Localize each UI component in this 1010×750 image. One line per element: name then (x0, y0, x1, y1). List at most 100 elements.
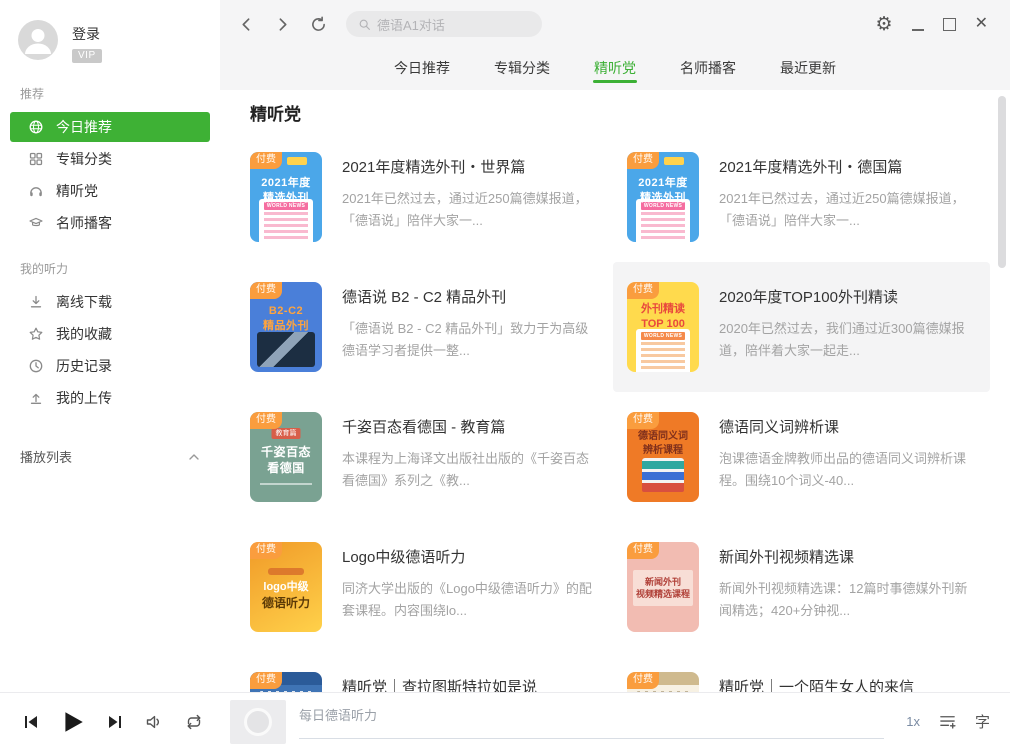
card-title: 2021年度精选外刊・德国篇 (719, 156, 976, 177)
card-body: 2021年度精选外刊・德国篇 2021年已然过去，通过近250篇德媒报道，「德语… (719, 152, 976, 242)
settings-gear-icon[interactable]: ⚙ (876, 15, 893, 34)
album-card[interactable]: 付费 精听党｜查拉图斯特拉如是说 (236, 652, 613, 692)
sidebar-section-label: 推荐 (20, 85, 220, 102)
tab-jingtingdang[interactable]: 精听党 (593, 48, 637, 90)
track-info: 每日德语听力 (299, 705, 884, 739)
close-button[interactable]: ✕ (975, 16, 988, 32)
tab-podcasts[interactable]: 名师播客 (679, 48, 737, 90)
card-thumbnail[interactable]: 付费 2021年度精选外刊 WORLD NEWS (250, 152, 322, 242)
sidebar-item-uploads[interactable]: 我的上传 (10, 383, 210, 413)
thumb-graphic-body (641, 212, 685, 242)
tab-recent[interactable]: 最近更新 (779, 48, 837, 90)
player-cover[interactable] (230, 700, 286, 744)
maximize-button[interactable] (943, 18, 956, 31)
thumb-title: logo中级德语听力 (252, 568, 320, 611)
card-thumbnail[interactable]: 付费 德语同义词辨析课程 (627, 412, 699, 502)
graduation-cap-icon (28, 215, 44, 231)
playlist-add-icon (938, 712, 957, 731)
minimize-button[interactable] (912, 17, 924, 31)
thumb-title: 德语同义词辨析课程 (629, 430, 697, 457)
speed-button[interactable]: 1x (906, 714, 920, 729)
album-card[interactable]: 付费 教育篇 千姿百态看德国 千姿百态看德国 - 教育篇 本课程为上海译文出版社… (236, 392, 613, 522)
search-placeholder: 德语A1对话 (377, 15, 445, 34)
paid-badge: 付费 (250, 412, 282, 429)
chevron-up-icon (186, 449, 202, 465)
login-link[interactable]: 登录 (72, 24, 102, 44)
play-button[interactable] (60, 709, 86, 735)
sidebar-item-favorites[interactable]: 我的收藏 (10, 319, 210, 349)
card-body: 新闻外刊视频精选课 新闻外刊视频精选课：12篇时事德媒外刊新闻精选；420+分钟… (719, 542, 976, 632)
clock-icon (28, 358, 44, 374)
sidebar-item-jingtingdang[interactable]: 精听党 (10, 176, 210, 206)
tab-today[interactable]: 今日推荐 (393, 48, 451, 90)
nav-buttons (220, 14, 328, 34)
minimize-icon (912, 29, 924, 31)
playlist-toggle[interactable]: 播放列表 (20, 447, 202, 466)
sidebar-section-label: 我的听力 (20, 260, 220, 277)
card-thumbnail[interactable]: 付费 B2-C2精品外刊 (250, 282, 322, 372)
vip-badge: VIP (72, 49, 102, 63)
back-button[interactable] (236, 14, 256, 34)
sidebar-item-today[interactable]: 今日推荐 (10, 112, 210, 142)
headphones-icon (28, 183, 44, 199)
thumb-graphic-body (264, 212, 308, 242)
card-thumbnail[interactable]: 付费 (627, 672, 699, 692)
sidebar-item-podcasts[interactable]: 名师播客 (10, 208, 210, 238)
upload-icon (28, 390, 44, 406)
card-description: 同济大学出版的《Logo中级德语听力》的配套课程。内容围绕lo... (342, 578, 599, 622)
card-description: 泡课德语金牌教师出品的德语同义词辨析课程。围绕10个词义-40... (719, 448, 976, 492)
card-body: 德语同义词辨析课 泡课德语金牌教师出品的德语同义词辨析课程。围绕10个词义-40… (719, 412, 976, 502)
sidebar-item-label: 今日推荐 (56, 117, 112, 137)
card-title: 德语同义词辨析课 (719, 416, 976, 437)
card-thumbnail[interactable]: 付费 教育篇 千姿百态看德国 (250, 412, 322, 502)
album-card[interactable]: 付费 2021年度精选外刊 WORLD NEWS 2021年度精选外刊・德国篇 … (613, 132, 990, 262)
next-button[interactable] (106, 713, 124, 731)
card-thumbnail[interactable]: 付费 2021年度精选外刊 WORLD NEWS (627, 152, 699, 242)
sidebar-item-downloads[interactable]: 离线下载 (10, 287, 210, 317)
card-thumbnail[interactable]: 付费 新闻外刊视频精选课程 (627, 542, 699, 632)
repeat-button[interactable] (184, 712, 204, 732)
topbar: 德语A1对话 ⚙ ✕ 今日推荐专辑分类精听党名师播客最近更新 (220, 0, 1010, 90)
sidebar-item-history[interactable]: 历史记录 (10, 351, 210, 381)
playlist-label: 播放列表 (20, 447, 72, 466)
thumb-title: 2021年度精选外刊 (629, 176, 697, 206)
album-card[interactable]: 付费 德语同义词辨析课程 德语同义词辨析课 泡课德语金牌教师出品的德语同义词辨析… (613, 392, 990, 522)
thumb-title: 新闻外刊视频精选课程 (633, 570, 693, 606)
paid-badge: 付费 (250, 282, 282, 299)
thumb-title: B2-C2精品外刊 (252, 304, 320, 334)
scrollbar-thumb[interactable] (998, 96, 1006, 268)
card-thumbnail[interactable]: 付费 (250, 672, 322, 692)
card-title: 精听党｜一个陌生女人的来信 (719, 676, 976, 692)
playlist-add-button[interactable] (938, 712, 957, 731)
thumb-tag (664, 157, 684, 165)
tab-categories[interactable]: 专辑分类 (493, 48, 551, 90)
subtitle-button[interactable]: 字 (975, 711, 990, 732)
volume-button[interactable] (144, 712, 164, 732)
album-card[interactable]: 付费 新闻外刊视频精选课程 新闻外刊视频精选课 新闻外刊视频精选课：12篇时事德… (613, 522, 990, 652)
card-thumbnail[interactable]: 付费 外刊精读TOP 100 WORLD NEWS (627, 282, 699, 372)
album-card[interactable]: 付费 外刊精读TOP 100 WORLD NEWS 2020年度TOP100外刊… (613, 262, 990, 392)
album-grid: 付费 2021年度精选外刊 WORLD NEWS 2021年度精选外刊・世界篇 … (236, 132, 990, 692)
grid-icon (28, 151, 44, 167)
thumb-tag: 教育篇 (272, 428, 301, 439)
sidebar-item-categories[interactable]: 专辑分类 (10, 144, 210, 174)
progress-bar[interactable] (299, 738, 884, 739)
album-card[interactable]: 付费 精听党｜一个陌生女人的来信 (613, 652, 990, 692)
thumb-graphic-body (257, 332, 315, 367)
previous-button[interactable] (22, 713, 40, 731)
paid-badge: 付费 (627, 152, 659, 169)
avatar[interactable] (18, 20, 58, 60)
album-card[interactable]: 付费 B2-C2精品外刊 德语说 B2 - C2 精品外刊 「德语说 B2 - … (236, 262, 613, 392)
app-window: 登录 VIP 推荐今日推荐专辑分类精听党名师播客我的听力离线下载我的收藏历史记录… (0, 0, 1010, 750)
refresh-button[interactable] (308, 14, 328, 34)
card-thumbnail[interactable]: 付费 logo中级德语听力 (250, 542, 322, 632)
album-card[interactable]: 付费 logo中级德语听力 Logo中级德语听力 同济大学出版的《Logo中级德… (236, 522, 613, 652)
card-title: Logo中级德语听力 (342, 546, 599, 567)
card-title: 德语说 B2 - C2 精品外刊 (342, 286, 599, 307)
paid-badge: 付费 (627, 282, 659, 299)
forward-button[interactable] (272, 14, 292, 34)
paid-badge: 付费 (250, 672, 282, 689)
album-card[interactable]: 付费 2021年度精选外刊 WORLD NEWS 2021年度精选外刊・世界篇 … (236, 132, 613, 262)
card-body: 精听党｜一个陌生女人的来信 (719, 672, 976, 692)
search-input[interactable]: 德语A1对话 (346, 11, 542, 37)
